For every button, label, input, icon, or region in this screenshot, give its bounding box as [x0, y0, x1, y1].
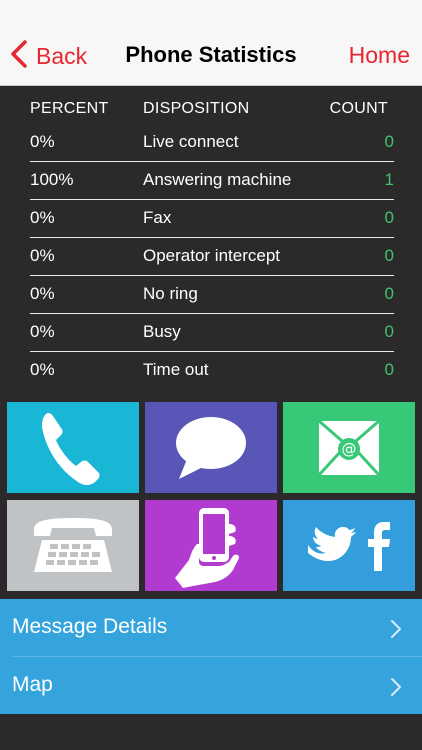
twitter-facebook-icon	[308, 521, 390, 571]
row-disposition: Operator intercept	[143, 246, 281, 265]
row-percent: 0%	[30, 132, 55, 151]
row-count: 0	[384, 284, 394, 303]
back-label: Back	[36, 42, 88, 69]
row-percent: 0%	[30, 246, 55, 265]
header-disposition: DISPOSITION	[143, 100, 250, 117]
options-list: Message Details Map	[0, 599, 422, 714]
row-disposition: Busy	[143, 322, 181, 341]
list-item-label: Message Details	[12, 615, 168, 638]
chevron-right-icon	[390, 677, 402, 702]
table-row: 0% Fax 0	[0, 200, 422, 238]
table-row: 0% Time out 0	[0, 352, 422, 390]
phone-handset-icon	[42, 412, 100, 485]
row-disposition: Live connect	[143, 132, 239, 151]
speech-bubble-icon	[176, 416, 246, 479]
header-count: COUNT	[329, 100, 388, 117]
row-count: 0	[384, 246, 394, 265]
message-details-row[interactable]: Message Details	[0, 599, 422, 656]
row-count: 1	[384, 170, 394, 189]
email-envelope-icon: @	[317, 419, 381, 476]
row-percent: 0%	[30, 360, 55, 379]
row-percent: 100%	[30, 170, 74, 189]
row-disposition: Time out	[143, 360, 209, 379]
svg-text:@: @	[342, 440, 357, 458]
row-percent: 0%	[30, 284, 55, 303]
chevron-right-icon	[390, 619, 402, 644]
table-row: 0% Operator intercept 0	[0, 238, 422, 276]
row-count: 0	[384, 322, 394, 341]
mobile-tile[interactable]	[145, 500, 277, 591]
map-row[interactable]: Map	[0, 657, 422, 714]
row-count: 0	[384, 208, 394, 227]
row-percent: 0%	[30, 208, 55, 227]
table-row: 0% Busy 0	[0, 314, 422, 352]
list-item-label: Map	[12, 673, 53, 696]
navigation-bar: Back Phone Statistics Home	[0, 0, 422, 86]
home-button[interactable]: Home	[349, 42, 410, 69]
header-percent: PERCENT	[30, 100, 109, 117]
row-disposition: No ring	[143, 284, 198, 303]
row-count: 0	[384, 132, 394, 151]
email-tile[interactable]: @	[283, 402, 415, 493]
sms-tile[interactable]	[145, 402, 277, 493]
hand-smartphone-icon	[175, 507, 239, 588]
chevron-left-icon	[10, 39, 28, 73]
back-button[interactable]: Back	[10, 39, 88, 73]
table-row: 0% No ring 0	[0, 276, 422, 314]
row-count: 0	[384, 360, 394, 379]
call-tile[interactable]	[7, 402, 139, 493]
landline-tile[interactable]	[7, 500, 139, 591]
row-disposition: Fax	[143, 208, 172, 227]
desk-phone-icon	[34, 517, 112, 572]
table-header: PERCENT DISPOSITION COUNT	[0, 100, 422, 120]
table-row: 100% Answering machine 1	[0, 162, 422, 200]
row-percent: 0%	[30, 322, 55, 341]
social-tile[interactable]	[283, 500, 415, 591]
table-row: 0% Live connect 0	[0, 124, 422, 162]
row-disposition: Answering machine	[143, 170, 292, 189]
